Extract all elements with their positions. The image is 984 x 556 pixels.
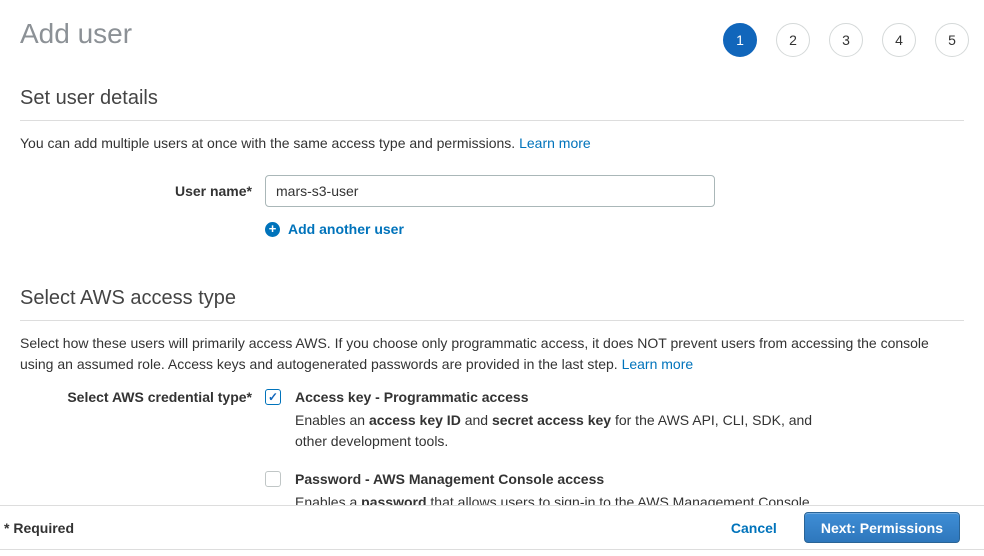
access-type-intro-text: Select how these users will primarily ac… (20, 335, 929, 372)
step-5: 5 (935, 23, 969, 57)
footer-bar: * Required Cancel Next: Permissions (0, 505, 984, 550)
user-details-intro: You can add multiple users at once with … (20, 133, 964, 154)
access-key-checkbox[interactable] (265, 389, 281, 405)
page-header: Add user 1 2 3 4 5 (0, 0, 984, 57)
section-access-type: Select AWS access type Select how these … (20, 287, 964, 513)
access-type-intro: Select how these users will primarily ac… (20, 333, 964, 375)
add-another-user-link[interactable]: Add another user (288, 221, 404, 237)
step-4: 4 (882, 23, 916, 57)
credential-type-row: Select AWS credential type* Access key -… (20, 388, 964, 513)
user-name-row: User name* Add another user (20, 175, 964, 237)
password-option-title: Password - AWS Management Console access (295, 470, 814, 488)
main-content: Set user details You can add multiple us… (0, 87, 984, 513)
step-indicator: 1 2 3 4 5 (723, 23, 969, 57)
option-access-key-text: Access key - Programmatic access Enables… (295, 388, 843, 452)
next-permissions-button[interactable]: Next: Permissions (804, 512, 960, 543)
section-user-details: Set user details You can add multiple us… (20, 87, 964, 237)
section-heading-user-details: Set user details (20, 87, 964, 121)
access-key-option-desc: Enables an access key ID and secret acce… (295, 410, 843, 452)
learn-more-link-access-type[interactable]: Learn more (622, 356, 694, 372)
add-another-user-row: Add another user (265, 221, 715, 237)
user-name-input[interactable] (265, 175, 715, 207)
credential-options: Access key - Programmatic access Enables… (265, 388, 843, 513)
access-key-option-title: Access key - Programmatic access (295, 388, 843, 406)
required-note: * Required (4, 520, 74, 536)
user-details-intro-text: You can add multiple users at once with … (20, 135, 515, 151)
password-checkbox[interactable] (265, 471, 281, 487)
option-access-key: Access key - Programmatic access Enables… (265, 388, 843, 452)
learn-more-link-user-details[interactable]: Learn more (519, 135, 591, 151)
step-2: 2 (776, 23, 810, 57)
step-3: 3 (829, 23, 863, 57)
page-title: Add user (20, 18, 132, 50)
user-name-field-group: Add another user (265, 175, 715, 237)
user-name-label: User name* (20, 175, 252, 237)
footer-actions: Cancel Next: Permissions (731, 512, 960, 543)
plus-circle-icon (265, 222, 280, 237)
cancel-button[interactable]: Cancel (731, 520, 777, 536)
credential-type-label: Select AWS credential type* (20, 388, 252, 513)
section-heading-access-type: Select AWS access type (20, 287, 964, 321)
step-1: 1 (723, 23, 757, 57)
